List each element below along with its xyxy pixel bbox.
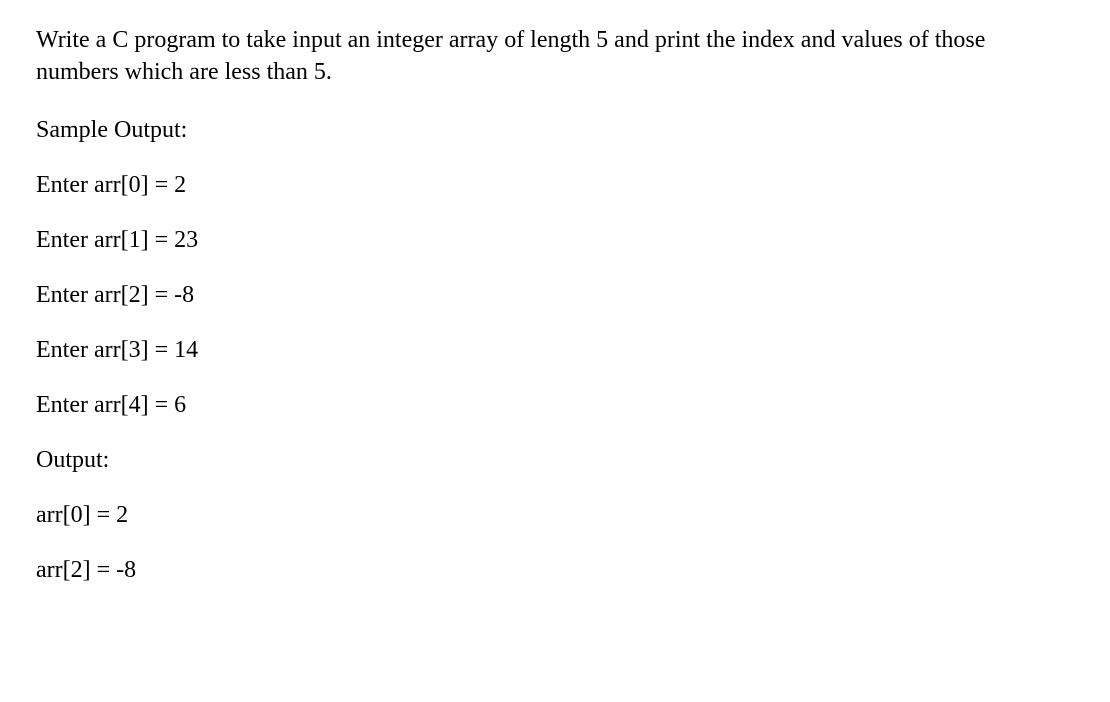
sample-output-label: Sample Output: [36,117,1074,144]
input-line: Enter arr[0] = 2 [36,172,1074,199]
output-line: arr[0] = 2 [36,502,1074,529]
input-line: Enter arr[1] = 23 [36,227,1074,254]
input-line: Enter arr[2] = -8 [36,282,1074,309]
document-content: Write a C program to take input an integ… [0,0,1110,636]
output-label: Output: [36,447,1074,474]
output-line: arr[2] = -8 [36,557,1074,584]
input-line: Enter arr[3] = 14 [36,337,1074,364]
problem-statement: Write a C program to take input an integ… [36,24,1074,89]
input-line: Enter arr[4] = 6 [36,392,1074,419]
